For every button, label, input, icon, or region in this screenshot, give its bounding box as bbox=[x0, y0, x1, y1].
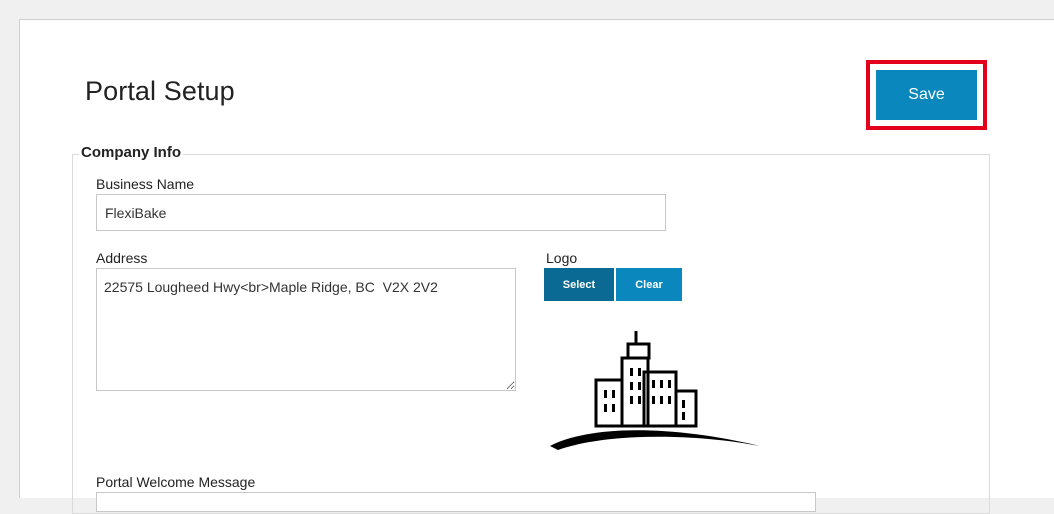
welcome-message-input[interactable] bbox=[96, 492, 816, 512]
address-textarea[interactable]: 22575 Lougheed Hwy<br>Maple Ridge, BC V2… bbox=[96, 268, 516, 391]
address-label: Address bbox=[96, 250, 148, 266]
business-name-input[interactable] bbox=[96, 194, 666, 231]
logo-select-button[interactable]: Select bbox=[544, 268, 614, 301]
city-skyline-logo bbox=[550, 331, 760, 450]
save-button[interactable]: Save bbox=[876, 70, 977, 120]
welcome-message-label: Portal Welcome Message bbox=[96, 474, 256, 490]
company-info-legend: Company Info bbox=[79, 144, 183, 161]
page-title: Portal Setup bbox=[85, 76, 235, 106]
portal-setup-panel: Portal Setup Save Company Info Business … bbox=[19, 19, 1054, 514]
logo-label: Logo bbox=[546, 250, 578, 266]
business-name-label: Business Name bbox=[96, 176, 195, 192]
logo-clear-button[interactable]: Clear bbox=[616, 268, 682, 301]
